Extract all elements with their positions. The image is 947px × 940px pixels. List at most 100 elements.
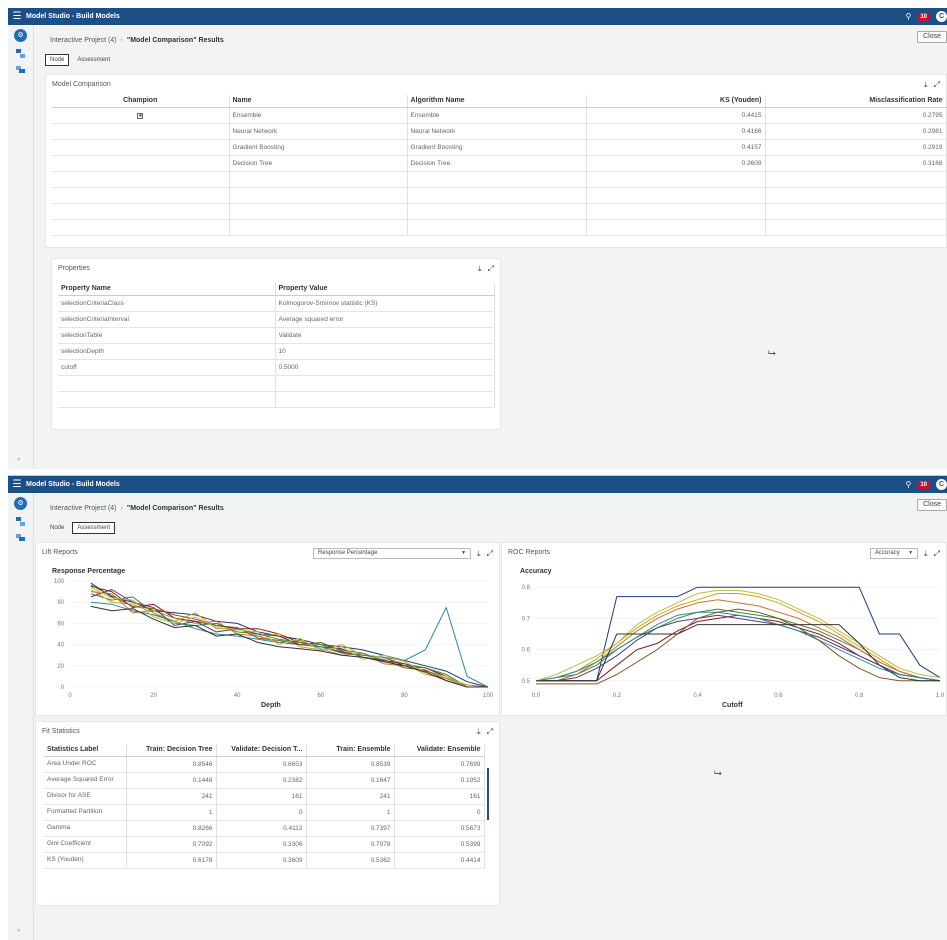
search-icon[interactable]: ⚲ — [905, 12, 911, 21]
column-header[interactable]: Property Name — [58, 283, 276, 296]
compare-icon[interactable] — [14, 531, 27, 544]
model-studio-icon[interactable]: ⚙ — [14, 29, 27, 42]
app-header: ☰ Model Studio - Build Models ⚲ 10 C — [8, 476, 947, 493]
table-row[interactable]: selectionDepth 10 — [58, 343, 495, 360]
column-header[interactable]: Train: Ensemble — [306, 744, 395, 757]
algorithm-name: Ensemble — [407, 107, 587, 124]
properties-table: Property Name Property Value selectionCr… — [58, 283, 495, 408]
statistic-value: 0.4112 — [216, 820, 307, 837]
table-row[interactable]: KS (Youden) 0.6178 0.3609 0.5362 0.4414 — [44, 852, 485, 869]
table-row[interactable]: Gamma 0.8266 0.4112 0.7397 0.5673 — [44, 820, 485, 837]
table-row[interactable]: ★ Ensemble Ensemble 0.4415 0.2795 — [52, 107, 947, 124]
table-row[interactable]: Decision Tree Decision Tree 0.3609 0.316… — [52, 155, 947, 172]
download-icon[interactable]: ⤓ — [477, 727, 481, 737]
tab-node[interactable]: Node — [45, 522, 69, 534]
breadcrumb-project[interactable]: Interactive Project (4) — [50, 505, 117, 512]
breadcrumb-project[interactable]: Interactive Project (4) — [50, 37, 117, 44]
download-icon[interactable]: ⤓ — [478, 264, 482, 274]
table-row[interactable]: Gini Coefficient 0.7092 0.3306 0.7078 0.5399 — [44, 836, 485, 853]
column-header[interactable]: KS (Youden) — [586, 95, 766, 108]
select-value: Response Percentage — [318, 550, 378, 556]
table-row[interactable]: Gradient Boosting Gradient Boosting 0.41… — [52, 139, 947, 156]
maximize-icon[interactable]: ⤢ — [934, 80, 940, 90]
maximize-icon[interactable]: ⤢ — [934, 549, 940, 559]
table-row[interactable]: Average Squared Error 0.1448 0.2382 0.1647 0… — [44, 772, 485, 789]
maximize-icon[interactable]: ⤢ — [487, 727, 493, 737]
close-button[interactable]: Close — [917, 31, 947, 43]
empty-row — [52, 187, 947, 204]
lift-reports-panel: Lift Reports Response Percentage ▼ ⤓ ⤢ Re… — [35, 542, 500, 716]
panel-title: Model Comparison — [52, 81, 111, 88]
statistic-label: Gini Coefficient — [44, 836, 127, 853]
champion-star-icon: ★ — [137, 112, 144, 119]
statistic-value: 0.5673 — [394, 820, 485, 837]
series-line — [536, 608, 940, 685]
column-header[interactable]: Name — [229, 95, 408, 108]
statistic-value: 0.3306 — [216, 836, 307, 853]
download-icon[interactable]: ⤓ — [924, 549, 928, 559]
assessment-view: ☰ Model Studio - Build Models ⚲ 10 C ⚙ »… — [8, 475, 947, 940]
column-header[interactable]: Property Value — [275, 283, 495, 296]
menu-icon[interactable]: ☰ — [8, 476, 26, 493]
chart-title: Accuracy — [520, 568, 552, 575]
compare-icon[interactable] — [14, 63, 27, 76]
tab-assessment[interactable]: Assessment — [72, 522, 116, 534]
column-header[interactable]: Misclassification Rate — [765, 95, 947, 108]
download-icon[interactable]: ⤓ — [924, 80, 928, 90]
avatar[interactable]: C — [936, 11, 947, 22]
maximize-icon[interactable]: ⤢ — [488, 264, 494, 274]
roc-measure-select[interactable]: Accuracy ▼ — [870, 548, 919, 559]
column-header[interactable]: Algorithm Name — [407, 95, 587, 108]
table-row[interactable]: Area Under ROC 0.8546 0.6653 0.8539 0.7699 — [44, 756, 485, 773]
x-axis-label: Cutoff — [722, 702, 743, 709]
statistic-value: 0.6653 — [216, 756, 307, 773]
pipeline-icon[interactable] — [14, 515, 27, 528]
statistic-value: 0.7078 — [306, 836, 395, 853]
maximize-icon[interactable]: ⤢ — [487, 549, 493, 559]
lift-measure-select[interactable]: Response Percentage ▼ — [313, 548, 472, 559]
expand-rail-icon[interactable]: » — [17, 928, 20, 934]
x-tick-label: 0.2 — [613, 693, 622, 699]
table-row[interactable]: Neural Network Neural Network 0.4166 0.2… — [52, 123, 947, 140]
notification-badge[interactable]: 10 — [917, 480, 930, 489]
model-name: Neural Network — [229, 123, 408, 140]
pipeline-icon[interactable] — [14, 47, 27, 60]
table-row[interactable]: selectionTable Validate — [58, 327, 495, 344]
y-tick-label: 0.8 — [522, 585, 531, 591]
result-tabs: Node Assessment — [45, 522, 116, 534]
column-header[interactable]: Champion — [52, 95, 230, 108]
y-tick-label: 20 — [57, 664, 64, 670]
close-button[interactable]: Close — [917, 499, 947, 511]
tab-node[interactable]: Node — [45, 54, 70, 66]
notification-badge[interactable]: 10 — [917, 12, 930, 21]
column-header[interactable]: Validate: Ensemble — [394, 744, 485, 757]
roc-chart[interactable]: 0.5 0.6 0.7 0.8 0.0 0.2 0.4 0.6 0.8 1.0 — [510, 575, 946, 701]
avatar[interactable]: C — [936, 479, 947, 490]
lift-chart[interactable]: 0 20 40 60 80 100 0 20 40 60 80 100 — [44, 575, 494, 701]
download-icon[interactable]: ⤓ — [477, 549, 481, 559]
tab-assessment[interactable]: Assessment — [72, 54, 115, 66]
table-row[interactable]: cutoff 0.5000 — [58, 359, 495, 376]
property-name: selectionCriteriaInterval — [58, 311, 276, 328]
table-row[interactable]: selectionCriteriaClass Kolmogorov-Smirnov… — [58, 295, 495, 312]
table-row[interactable]: selectionCriteriaInterval Average squared… — [58, 311, 495, 328]
search-icon[interactable]: ⚲ — [905, 480, 911, 489]
menu-icon[interactable]: ☰ — [8, 8, 26, 25]
x-tick-label: 60 — [317, 693, 324, 699]
ks-value: 0.4166 — [586, 123, 766, 140]
model-name: Decision Tree — [229, 155, 408, 172]
ks-value: 0.3609 — [586, 155, 766, 172]
column-header[interactable]: Train: Decision Tree — [126, 744, 217, 757]
left-rail: ⚙ » — [8, 493, 34, 940]
column-header[interactable]: Validate: Decision T... — [216, 744, 307, 757]
statistic-value: 0.4414 — [394, 852, 485, 869]
series-line — [535, 611, 941, 682]
series-line — [536, 586, 941, 682]
column-header[interactable]: Statistics Label — [44, 744, 127, 757]
scrollbar[interactable] — [487, 768, 489, 820]
table-row[interactable]: Divisor for ASE 241 161 241 161 — [44, 788, 485, 805]
model-studio-icon[interactable]: ⚙ — [14, 497, 27, 510]
expand-rail-icon[interactable]: » — [17, 457, 20, 463]
table-row[interactable]: Formatted Partition 1 0 1 0 — [44, 804, 485, 821]
statistic-value: 1 — [126, 804, 217, 821]
